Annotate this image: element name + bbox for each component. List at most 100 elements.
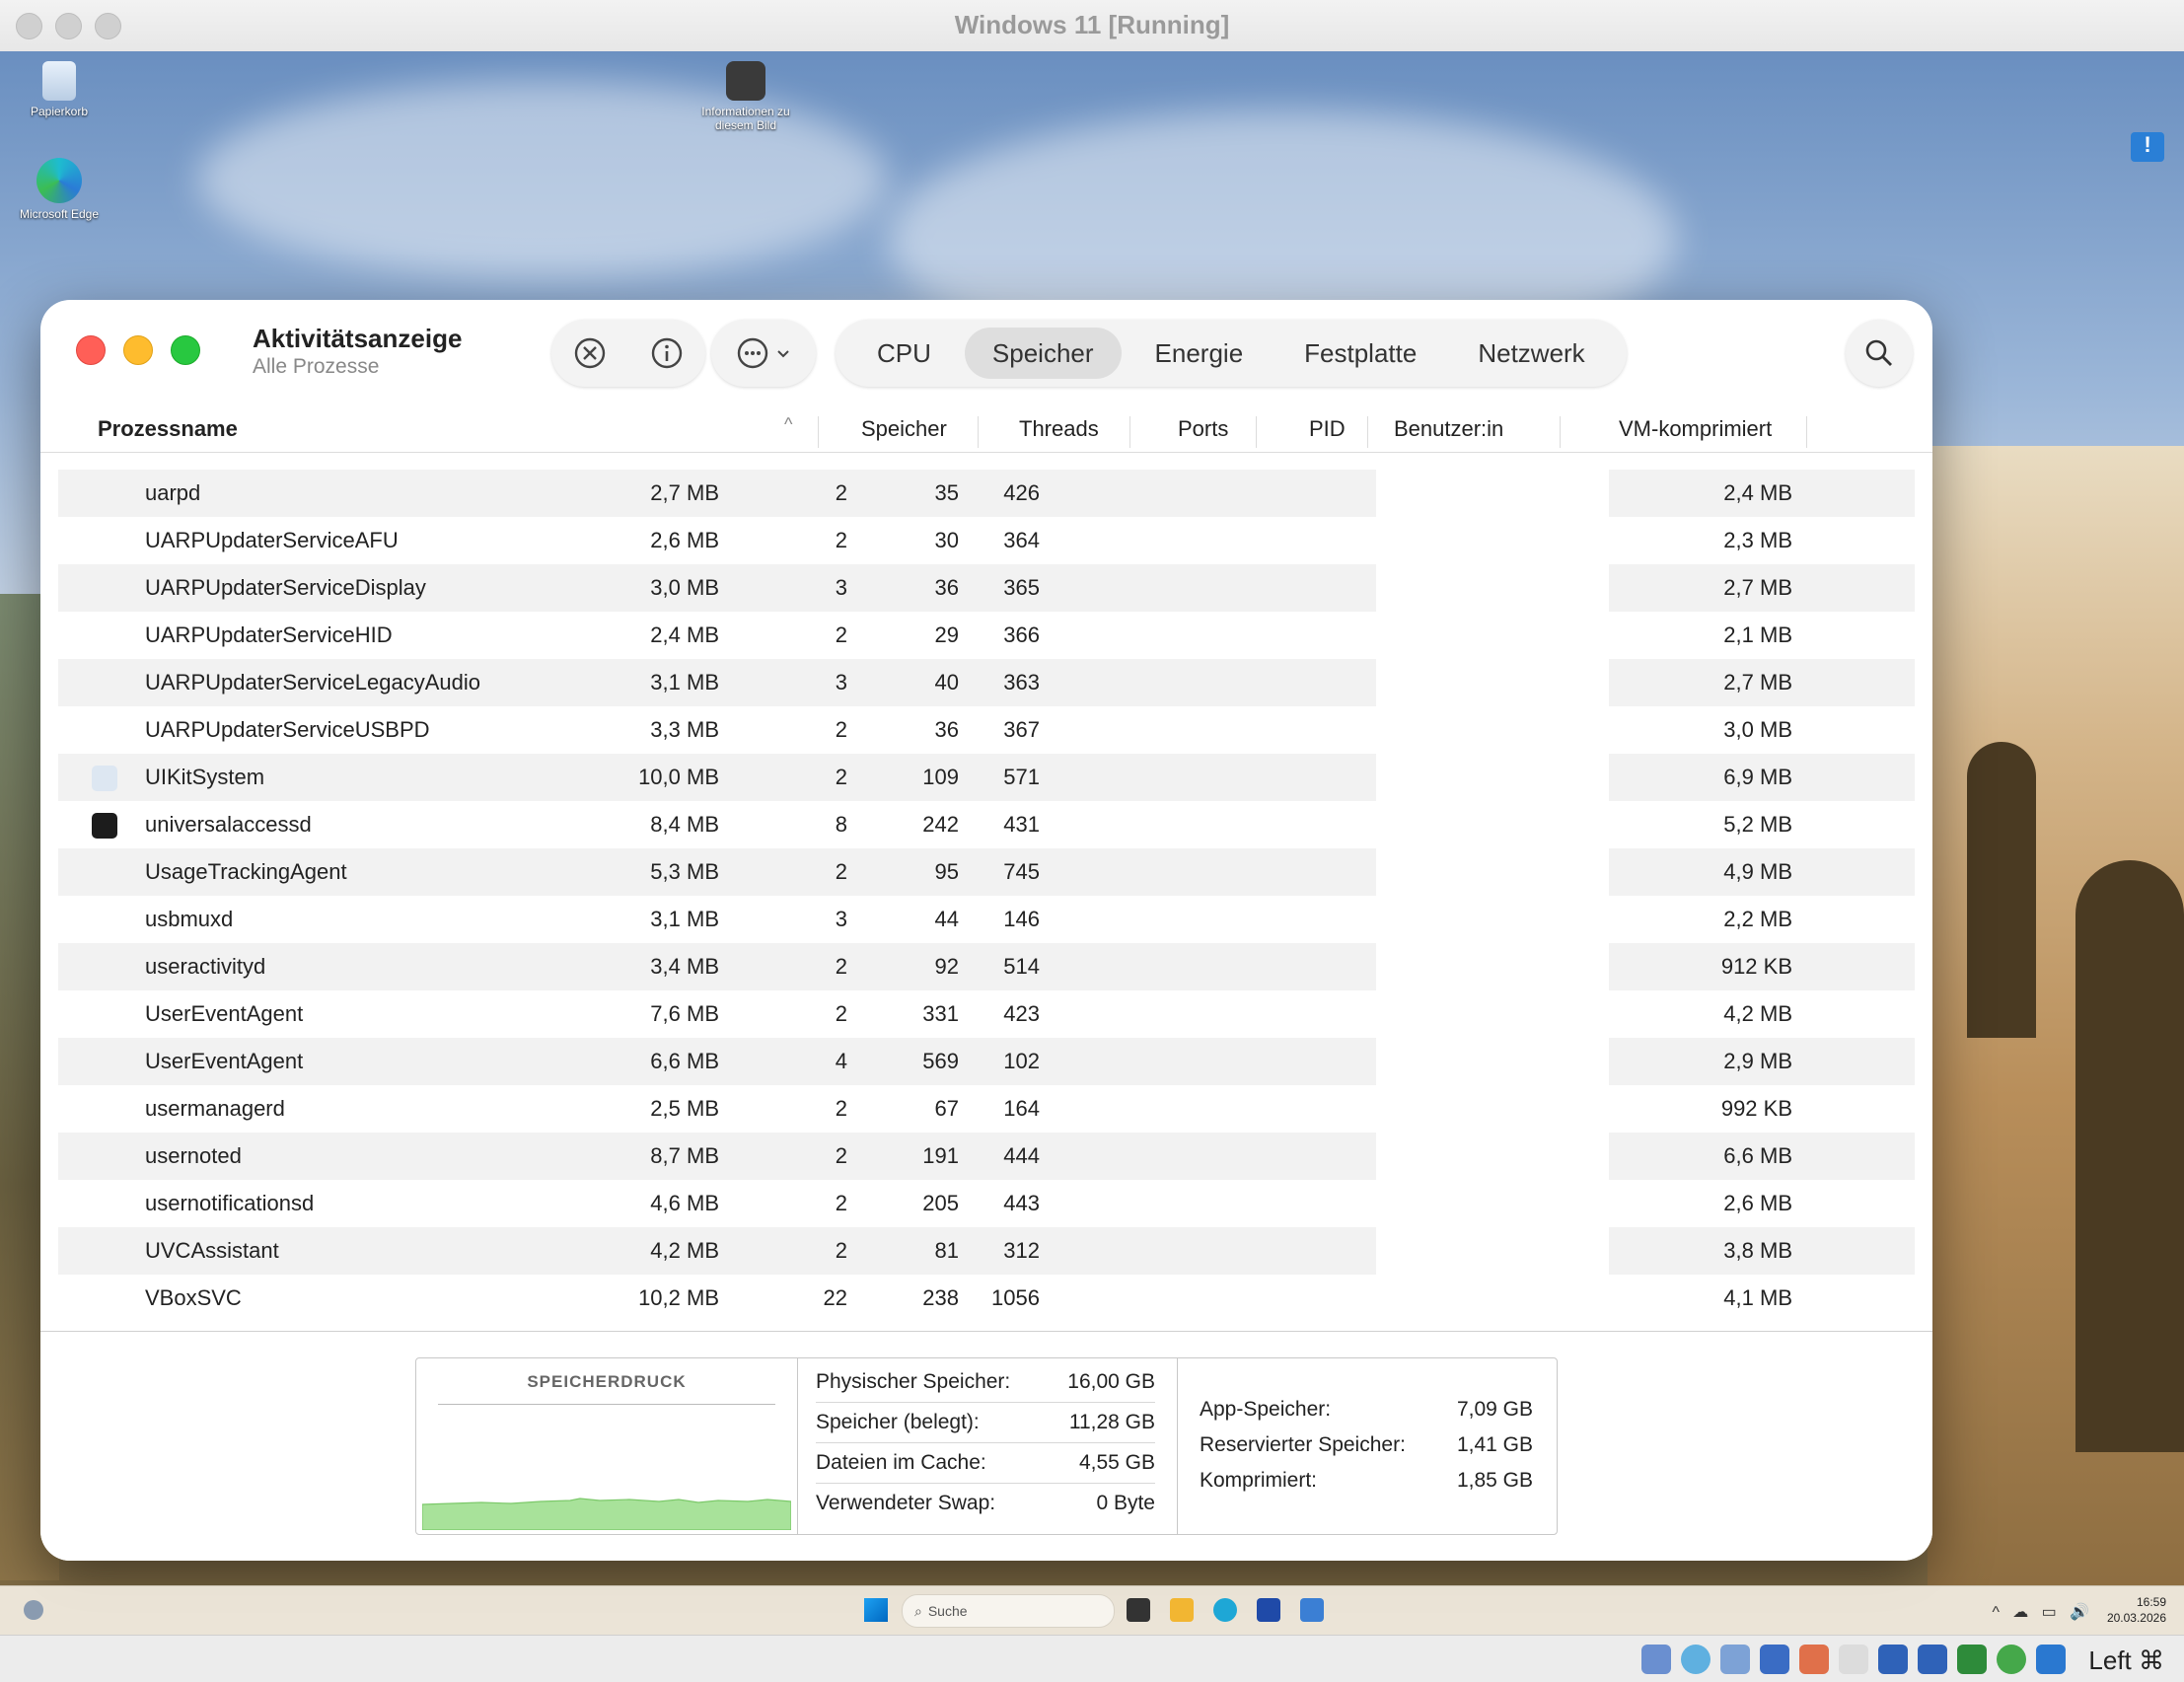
window-subtitle[interactable]: Alle Prozesse [253,355,379,379]
taskbar-clock[interactable]: 16:59 20.03.2026 [2107,1594,2166,1626]
table-row[interactable]: UARPUpdaterServiceHID 2,4 MB 2 29 366 2,1 MB [58,612,1913,659]
stop-process-icon[interactable] [564,328,616,379]
recording-icon[interactable] [1918,1645,1947,1674]
usb-icon[interactable] [1799,1645,1829,1674]
column-header-process-name[interactable]: Prozessname [98,416,238,442]
info-icon[interactable] [641,328,692,379]
ports-value: 36 [934,575,959,600]
threads-value: 2 [835,528,847,552]
display-icon[interactable] [1878,1645,1908,1674]
shared-folders-icon[interactable] [1839,1645,1868,1674]
vm-compressed-value: 2,6 MB [1723,1191,1792,1215]
threads-value: 3 [835,670,847,695]
table-row[interactable]: UIKitSystem 10,0 MB 2 109 571 6,9 MB [58,754,1915,801]
ports-value: 35 [934,480,959,505]
table-row[interactable]: VBoxSVC 10,2 MB 22 238 1056 4,1 MB [58,1275,1913,1322]
memory-stats-box: SPEICHERDRUCK Physischer Speicher: 16,00… [415,1357,1558,1535]
table-row[interactable]: usernotificationsd 4,6 MB 2 205 443 2,6 MB [58,1180,1913,1227]
threads-value: 2 [835,622,847,647]
edge-icon [36,158,82,203]
desktop-icon-recycle-bin[interactable]: Papierkorb [10,61,109,118]
pid-value: 312 [1003,1238,1040,1263]
table-row[interactable]: UsageTrackingAgent 5,3 MB 2 95 745 4,9 MB [58,848,1915,896]
vm-compressed-value: 3,8 MB [1723,1238,1792,1263]
vm-window-titlebar: Windows 11 [Running] [0,0,2184,52]
table-row[interactable]: UARPUpdaterServiceAFU 2,6 MB 2 30 364 2,3 MB [58,517,1913,564]
system-tray[interactable]: ^ ☁ ▭ 🔊 [1992,1602,2089,1622]
table-row[interactable]: UARPUpdaterServiceUSBPD 3,3 MB 2 36 367 3,0 M… [58,706,1913,754]
weather-icon[interactable] [24,1600,43,1620]
tab-festplatte[interactable]: Festplatte [1276,328,1444,379]
virtualbox-icon[interactable] [1300,1598,1324,1622]
download-icon[interactable] [2036,1645,2066,1674]
memory-value: 2,5 MB [650,1096,719,1121]
table-row[interactable]: usernoted 8,7 MB 2 191 444 6,6 MB [58,1133,1915,1180]
vm-compressed-value: 2,9 MB [1723,1049,1792,1073]
more-actions-button[interactable] [711,320,816,387]
hard-disk-icon[interactable] [1641,1645,1671,1674]
column-header-vm-compressed[interactable]: VM-komprimiert [1619,416,1772,442]
tab-speicher[interactable]: Speicher [964,328,1122,379]
sort-ascending-icon[interactable]: ^ [784,414,792,435]
process-name: UVCAssistant [145,1238,279,1263]
host-key-indicator[interactable]: Left ⌘ [2088,1645,2164,1676]
column-header-ports[interactable]: Ports [1178,416,1228,442]
tab-cpu[interactable]: CPU [849,328,959,379]
table-row[interactable]: useractivityd 3,4 MB 2 92 514 912 KB [58,943,1915,990]
table-row[interactable]: UARPUpdaterServiceDisplay 3,0 MB 3 36 365 2,7… [58,564,1915,612]
windows-start-icon[interactable] [864,1598,888,1622]
process-name: useractivityd [145,954,266,979]
search-button[interactable] [1846,320,1913,387]
edge-icon[interactable] [1213,1598,1237,1622]
file-explorer-icon[interactable] [1170,1598,1194,1622]
desktop-icon-image-info[interactable]: Informationen zu diesem Bild [696,61,795,132]
table-row[interactable]: UVCAssistant 4,2 MB 2 81 312 3,8 MB [58,1227,1915,1275]
window-controls [76,335,200,365]
column-header-user[interactable]: Benutzer:in [1394,416,1503,442]
table-row[interactable]: uarpd 2,7 MB 2 35 426 2,4 MB [58,470,1915,517]
tab-netzwerk[interactable]: Netzwerk [1450,328,1612,379]
optical-drive-icon[interactable] [1681,1645,1711,1674]
ports-value: 30 [934,528,959,552]
ports-value: 44 [934,907,959,931]
memory-summary-panel: SPEICHERDRUCK Physischer Speicher: 16,00… [40,1331,1932,1561]
table-row[interactable]: usermanagerd 2,5 MB 2 67 164 992 KB [58,1085,1913,1133]
vm-compressed-value: 2,3 MB [1723,528,1792,552]
table-row[interactable]: UserEventAgent 6,6 MB 4 569 102 2,9 MB [58,1038,1915,1085]
vm-compressed-value: 4,9 MB [1723,859,1792,884]
desktop-icon-edge[interactable]: Microsoft Edge [10,158,109,221]
process-name: usernotificationsd [145,1191,315,1215]
vm-compressed-value: 992 KB [1720,1096,1792,1121]
close-button[interactable] [76,335,106,365]
table-row[interactable]: UserEventAgent 7,6 MB 2 331 423 4,2 MB [58,990,1913,1038]
zoom-button[interactable] [171,335,200,365]
tab-energie[interactable]: Energie [1128,328,1272,379]
table-row[interactable]: UARPUpdaterServiceLegacyAudio 3,1 MB 3 40 36… [58,659,1915,706]
process-name: UserEventAgent [145,1001,304,1026]
pid-value: 745 [1003,859,1040,884]
pid-value: 146 [1003,907,1040,931]
table-row[interactable]: universalaccessd 8,4 MB 8 242 431 5,2 MB [58,801,1913,848]
recycle-bin-icon [42,61,76,101]
minimize-button[interactable] [123,335,153,365]
column-header-pid[interactable]: PID [1309,416,1346,442]
pid-value: 426 [1003,480,1040,505]
network-icon[interactable] [1760,1645,1789,1674]
taskbar-search-box[interactable]: ⌕ Suche [902,1594,1115,1628]
guest-additions-icon[interactable] [1997,1645,2026,1674]
table-row[interactable]: usbmuxd 3,1 MB 3 44 146 2,2 MB [58,896,1913,943]
audio-icon[interactable] [1720,1645,1750,1674]
task-view-icon[interactable] [1127,1598,1150,1622]
memory-pressure-graph: SPEICHERDRUCK [416,1358,798,1534]
column-header-threads[interactable]: Threads [1019,416,1099,442]
store-icon[interactable] [1257,1598,1280,1622]
cpu-activity-icon[interactable] [1957,1645,1987,1674]
pid-value: 571 [1003,765,1040,789]
vm-compressed-value: 5,2 MB [1723,812,1792,837]
memory-value: 3,0 MB [650,575,719,600]
stat-wired-memory: Reservierter Speicher: 1,41 GB [1200,1433,1533,1456]
memory-value: 3,3 MB [650,717,719,742]
column-header-memory[interactable]: Speicher [861,416,947,442]
view-tabs: CPU Speicher Energie Festplatte Netzwerk [836,320,1627,387]
feedback-notification-icon[interactable]: ! [2131,132,2164,162]
